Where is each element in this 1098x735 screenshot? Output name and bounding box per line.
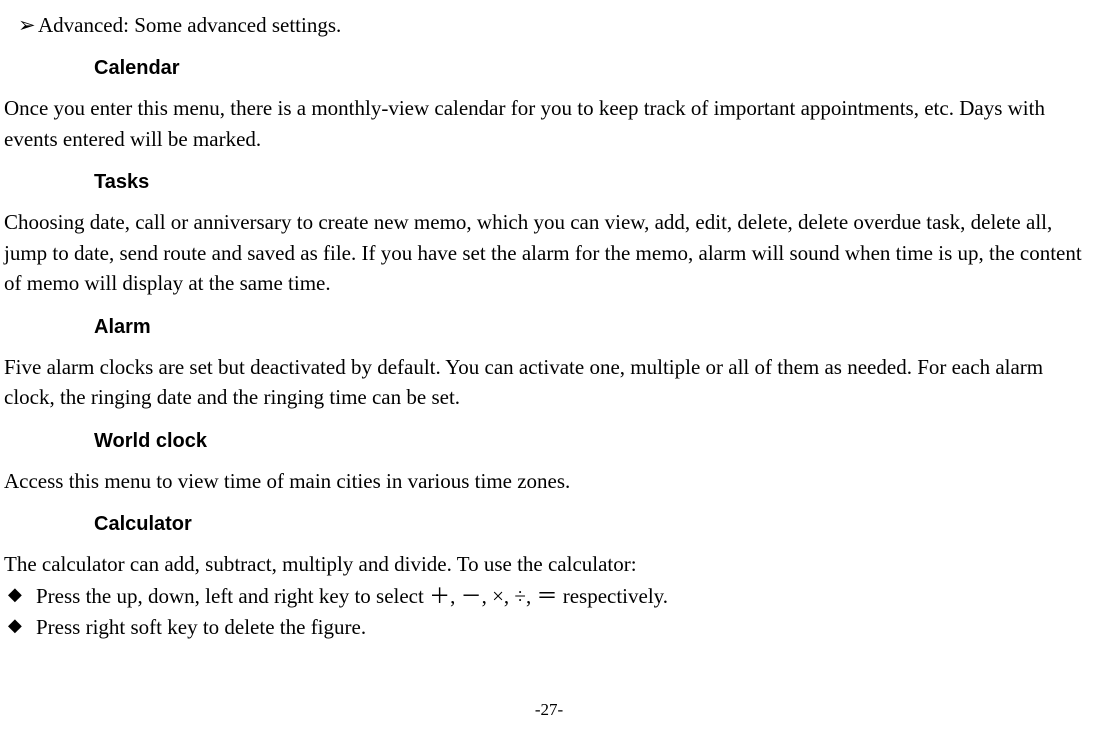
heading-alarm: Alarm [4, 313, 1088, 342]
diamond-icon: ◆ [8, 581, 26, 607]
diamond-icon: ◆ [8, 612, 26, 638]
bullet-text: Advanced: Some advanced settings. [38, 10, 341, 40]
page-number: -27- [0, 698, 1098, 723]
heading-tasks: Tasks [4, 168, 1088, 197]
paragraph-calendar: Once you enter this menu, there is a mon… [4, 93, 1088, 154]
paragraph-alarm: Five alarm clocks are set but deactivate… [4, 352, 1088, 413]
heading-world-clock: World clock [4, 427, 1088, 456]
bullet-text: Press right soft key to delete the figur… [36, 612, 366, 642]
paragraph-calculator-intro: The calculator can add, subtract, multip… [4, 549, 1088, 579]
bullet-item-calc-2: ◆ Press right soft key to delete the fig… [4, 612, 1088, 642]
heading-calculator: Calculator [4, 510, 1088, 539]
bullet-text: Press the up, down, left and right key t… [36, 581, 668, 611]
bullet-item-calc-1: ◆ Press the up, down, left and right key… [4, 581, 1088, 611]
bullet-item-advanced: ➢ Advanced: Some advanced settings. [4, 10, 1088, 40]
heading-calendar: Calendar [4, 54, 1088, 83]
paragraph-world-clock: Access this menu to view time of main ci… [4, 466, 1088, 496]
chevron-right-icon: ➢ [18, 10, 32, 40]
paragraph-tasks: Choosing date, call or anniversary to cr… [4, 207, 1088, 298]
